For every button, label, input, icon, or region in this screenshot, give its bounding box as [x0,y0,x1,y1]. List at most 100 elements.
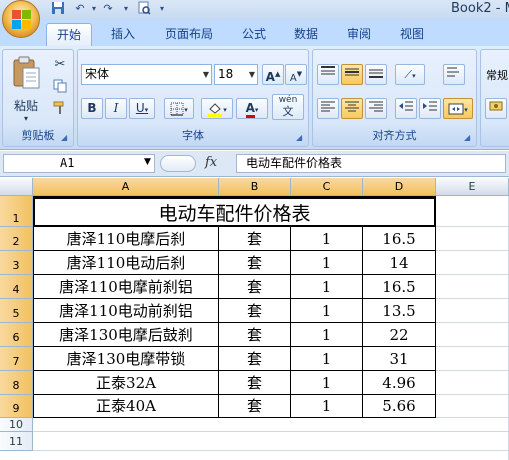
table-cell[interactable]: 1 [291,251,363,275]
name-box[interactable]: A1 [3,154,155,173]
tab-home[interactable]: 开始 [46,23,92,46]
table-cell[interactable]: 唐泽110电摩后刹 [33,227,219,251]
table-cell[interactable]: 唐泽130电摩后鼓刹 [33,323,219,347]
table-cell[interactable]: 1 [291,275,363,299]
tab-data[interactable]: 数据 [284,23,328,46]
table-cell[interactable]: 套 [219,323,291,347]
decrease-font-size-button[interactable]: A▼ [285,64,307,85]
select-all-corner[interactable] [0,178,33,196]
align-right-button[interactable] [365,98,387,119]
sheet-title-cell[interactable]: 电动车配件价格表 [33,197,436,227]
table-cell[interactable]: 套 [219,395,291,418]
table-cell[interactable]: 16.5 [363,275,436,299]
tab-page-layout[interactable]: 页面布局 [154,23,224,46]
font-color-button[interactable]: A▾ [236,98,268,119]
formula-bar-splitter[interactable] [160,155,196,172]
font-size-select[interactable]: 18 ▼ [214,64,258,85]
column-header-e[interactable]: E [436,178,509,196]
save-icon[interactable] [50,1,66,17]
clipboard-launcher-icon[interactable]: ◢ [61,133,71,143]
wrap-text-button[interactable] [443,64,465,85]
formula-input[interactable]: 电动车配件价格表 [236,154,506,173]
table-cell[interactable]: 套 [219,347,291,371]
table-cell[interactable]: 4.96 [363,371,436,395]
number-format-select[interactable]: 常规 [485,66,509,84]
font-name-select[interactable]: 宋体 ▼ [81,64,212,85]
align-middle-button[interactable] [341,64,363,85]
table-cell[interactable]: 22 [363,323,436,347]
column-header-b[interactable]: B [219,178,291,196]
align-left-button[interactable] [317,98,339,119]
table-cell[interactable]: 正泰32A [33,371,219,395]
merge-center-button[interactable]: ▾ [443,98,473,119]
row-header-3[interactable]: 3 [0,251,33,275]
row-header-7[interactable]: 7 [0,347,33,371]
table-cell[interactable]: 1 [291,371,363,395]
customize-qat-icon[interactable]: ▾ [154,1,170,17]
table-cell[interactable]: 1 [291,299,363,323]
worksheet-grid[interactable]: A B C D E 1 2 3 4 5 6 7 8 9 10 11 电动车配件价… [0,178,509,460]
copy-icon[interactable] [51,78,69,96]
tab-review[interactable]: 审阅 [337,23,381,46]
column-header-a[interactable]: A [33,178,219,196]
align-top-button[interactable] [317,64,339,85]
decrease-indent-button[interactable] [395,98,417,119]
table-cell[interactable]: 1 [291,323,363,347]
table-cell[interactable]: 31 [363,347,436,371]
fill-color-button[interactable]: ▾ [201,98,233,119]
table-cell[interactable]: 唐泽130电摩带锁 [33,347,219,371]
qat-dropdown-icon[interactable]: ▾ [118,1,134,17]
name-box-dropdown-icon[interactable]: ▼ [144,157,151,167]
borders-button[interactable]: ▾ [164,98,194,119]
table-cell[interactable]: 14 [363,251,436,275]
row-header-9[interactable]: 9 [0,395,33,418]
row-header-1[interactable]: 1 [0,196,33,227]
table-cell[interactable]: 套 [219,275,291,299]
row-header-2[interactable]: 2 [0,227,33,251]
increase-font-size-button[interactable]: A▲ [262,64,284,85]
accounting-format-button[interactable] [485,98,507,119]
redo-icon[interactable]: ↷ [100,1,116,17]
align-bottom-button[interactable] [365,64,387,85]
tab-view[interactable]: 视图 [390,23,434,46]
table-cell[interactable]: 唐泽110电动后刹 [33,251,219,275]
row-header-10[interactable]: 10 [0,418,33,432]
row-header-11[interactable]: 11 [0,432,33,451]
column-header-c[interactable]: C [291,178,363,196]
phonetic-guide-button[interactable]: wén 文 [272,94,304,120]
row-header-8[interactable]: 8 [0,371,33,395]
table-cell[interactable]: 16.5 [363,227,436,251]
table-cell[interactable]: 正泰40A [33,395,219,418]
table-cell[interactable]: 13.5 [363,299,436,323]
row-header-6[interactable]: 6 [0,323,33,347]
table-cell[interactable]: 套 [219,371,291,395]
cut-icon[interactable]: ✂ [51,56,69,74]
table-cell[interactable]: 1 [291,227,363,251]
alignment-launcher-icon[interactable]: ◢ [464,133,474,143]
italic-button[interactable]: I [105,98,127,119]
bold-button[interactable]: B [81,98,103,119]
table-cell[interactable]: 套 [219,251,291,275]
table-cell[interactable]: 唐泽110电摩前刹铝 [33,275,219,299]
print-preview-icon[interactable] [136,1,152,17]
tab-insert[interactable]: 插入 [100,23,146,46]
column-header-d[interactable]: D [363,178,436,196]
underline-button[interactable]: U▾ [129,98,155,119]
table-cell[interactable]: 套 [219,299,291,323]
row-header-5[interactable]: 5 [0,299,33,323]
align-center-button[interactable] [341,98,363,119]
table-cell[interactable]: 1 [291,395,363,418]
table-cell[interactable]: 套 [219,227,291,251]
table-cell[interactable]: 唐泽110电动前刹铝 [33,299,219,323]
format-painter-icon[interactable] [51,100,69,118]
table-cell[interactable]: 1 [291,347,363,371]
orientation-button[interactable]: ⟋▾ [395,64,425,85]
tab-formulas[interactable]: 公式 [232,23,276,46]
table-cell[interactable]: 5.66 [363,395,436,418]
row-header-4[interactable]: 4 [0,275,33,299]
paste-button[interactable]: 粘贴 ▾ [6,53,46,127]
font-launcher-icon[interactable]: ◢ [296,133,306,143]
insert-function-icon[interactable]: fx [205,155,217,170]
increase-indent-button[interactable] [419,98,441,119]
office-button[interactable] [2,0,40,38]
